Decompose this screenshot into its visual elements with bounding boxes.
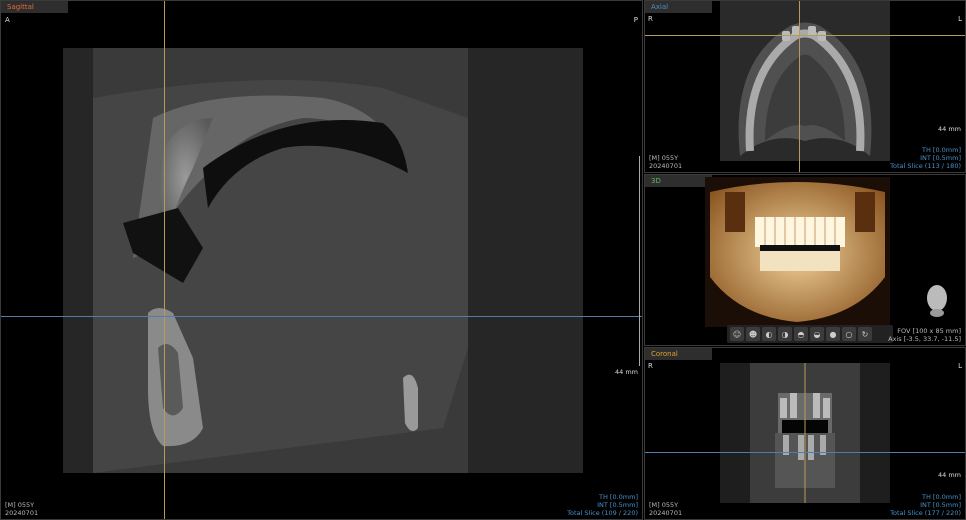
3d-view-toolbar: ☺ ☻ ◐ ◑ ◓ ◒ ● ○ ↻: [727, 325, 893, 343]
view-front-icon[interactable]: ☺: [730, 327, 744, 341]
coronal-tab[interactable]: Coronal: [645, 348, 712, 360]
patient-age: [M] 055Y: [649, 154, 679, 162]
scan-date: 20240701: [649, 162, 683, 170]
interval: INT [0.5mm]: [597, 501, 638, 509]
orientation-left: L: [958, 362, 962, 370]
coronal-tab-label: Coronal: [651, 350, 678, 358]
thickness: TH [0.0mm]: [599, 493, 638, 501]
sagittal-tab[interactable]: Sagittal: [1, 1, 68, 13]
3d-fov-info: FOV [100 x 85 mm] Axis [-3.5, 33.7, -11.…: [888, 327, 961, 343]
thickness: TH [0.0mm]: [922, 493, 961, 501]
orientation-head-icon[interactable]: [923, 283, 951, 317]
3d-viewport[interactable]: 3D ☺ ☻ ◐ ◑ ◓ ◒ ● ○ ↻ FOV [100 x 85 mm] A…: [644, 174, 966, 346]
3d-volume-render: [705, 177, 890, 327]
interval: INT [0.5mm]: [920, 501, 961, 509]
interval: INT [0.5mm]: [920, 154, 961, 162]
axial-crosshair-horizontal[interactable]: [645, 35, 965, 36]
orientation-posterior: P: [633, 16, 638, 24]
axial-patient-info: [M] 055Y 20240701: [649, 154, 682, 170]
view-top-icon[interactable]: ◓: [794, 327, 808, 341]
axial-tab-label: Axial: [651, 3, 669, 11]
sagittal-scale-bar: [635, 156, 640, 366]
orientation-left: L: [958, 15, 962, 23]
fov: FOV [100 x 85 mm]: [897, 327, 961, 335]
coronal-scale-label: 44 mm: [937, 471, 961, 479]
axial-scale-label: 44 mm: [937, 125, 961, 133]
sagittal-scale-label: 44 mm: [614, 368, 638, 376]
axial-tab[interactable]: Axial: [645, 1, 712, 13]
view-reset-icon[interactable]: ○: [842, 327, 856, 341]
3d-tab[interactable]: 3D: [645, 175, 712, 187]
total-slice: Total Slice (113 / 180): [890, 162, 961, 170]
view-bottom-icon[interactable]: ◒: [810, 327, 824, 341]
coronal-viewport[interactable]: Coronal R L 44 mm [M] 055Y 20240701 TH […: [644, 347, 966, 520]
coronal-crosshair-horizontal[interactable]: [645, 452, 965, 453]
view-right-icon[interactable]: ◑: [778, 327, 792, 341]
sagittal-ct-image: [63, 48, 583, 473]
scan-date: 20240701: [5, 509, 39, 517]
sagittal-slice-info: TH [0.0mm] INT [0.5mm] Total Slice (109 …: [567, 493, 638, 517]
total-slice: Total Slice (109 / 220): [567, 509, 638, 517]
orientation-anterior: A: [5, 16, 10, 24]
rotate-icon[interactable]: ↻: [858, 327, 872, 341]
view-left-icon[interactable]: ◐: [762, 327, 776, 341]
orientation-right: R: [648, 362, 653, 370]
scan-date: 20240701: [649, 509, 683, 517]
axial-crosshair-vertical[interactable]: [799, 1, 800, 172]
sagittal-tab-label: Sagittal: [7, 3, 34, 11]
patient-age: [M] 055Y: [5, 501, 35, 509]
coronal-ct-image: [720, 363, 890, 503]
axial-slice-info: TH [0.0mm] INT [0.5mm] Total Slice (113 …: [890, 146, 961, 170]
sagittal-viewport[interactable]: Sagittal A P 44 mm [M] 055Y 20240701 TH …: [0, 0, 643, 520]
axis: Axis [-3.5, 33.7, -11.5]: [888, 335, 961, 343]
axial-ct-image: [720, 1, 890, 161]
patient-age: [M] 055Y: [649, 501, 679, 509]
sagittal-crosshair-horizontal[interactable]: [1, 316, 642, 317]
sagittal-crosshair-vertical[interactable]: [164, 1, 165, 519]
total-slice: Total Slice (177 / 220): [890, 509, 961, 517]
view-iso-icon[interactable]: ●: [826, 327, 840, 341]
orientation-right: R: [648, 15, 653, 23]
sagittal-patient-info: [M] 055Y 20240701: [5, 501, 38, 517]
coronal-patient-info: [M] 055Y 20240701: [649, 501, 682, 517]
coronal-slice-info: TH [0.0mm] INT [0.5mm] Total Slice (177 …: [890, 493, 961, 517]
view-back-icon[interactable]: ☻: [746, 327, 760, 341]
axial-viewport[interactable]: Axial R L 44 mm [M] 055Y 20240701 TH [0.…: [644, 0, 966, 173]
3d-tab-label: 3D: [651, 177, 661, 185]
thickness: TH [0.0mm]: [922, 146, 961, 154]
